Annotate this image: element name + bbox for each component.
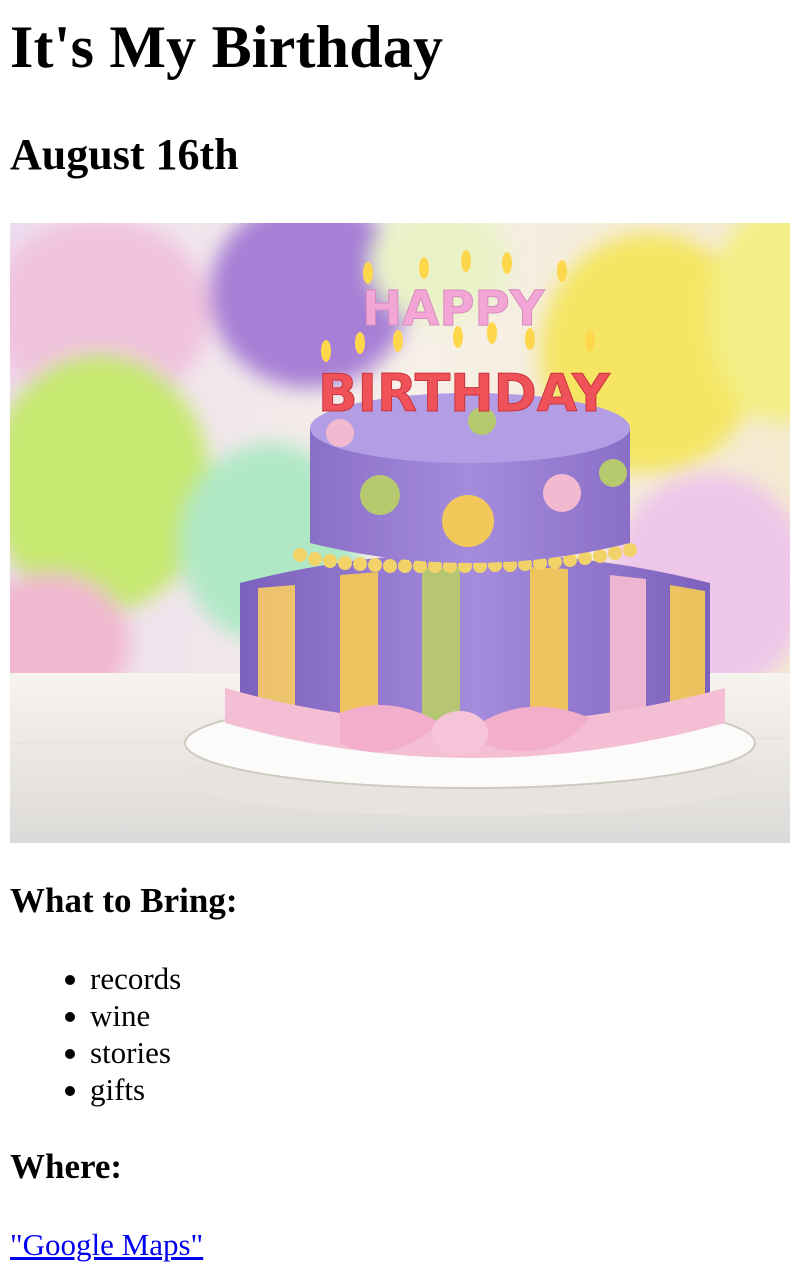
birthday-cake-image: HAPPY BIRTHDAY <box>10 223 790 843</box>
candle-text-bottom: BIRTHDAY <box>318 364 611 424</box>
list-item: records <box>64 961 182 996</box>
page-title: It's My Birthday <box>10 14 444 80</box>
what-to-bring-heading: What to Bring: <box>10 881 238 920</box>
bring-list: records wine stories gifts <box>10 960 181 1108</box>
list-item: gifts <box>64 1071 181 1108</box>
event-date: August 16th <box>10 130 239 179</box>
where-heading: Where: <box>10 1147 123 1186</box>
google-maps-link[interactable]: "Google Maps" <box>10 1226 203 1263</box>
cake-illustration: HAPPY BIRTHDAY <box>10 223 790 843</box>
list-item: wine <box>64 997 181 1034</box>
candle-text-top: HAPPY <box>362 281 546 337</box>
list-item: stories <box>64 1034 181 1071</box>
